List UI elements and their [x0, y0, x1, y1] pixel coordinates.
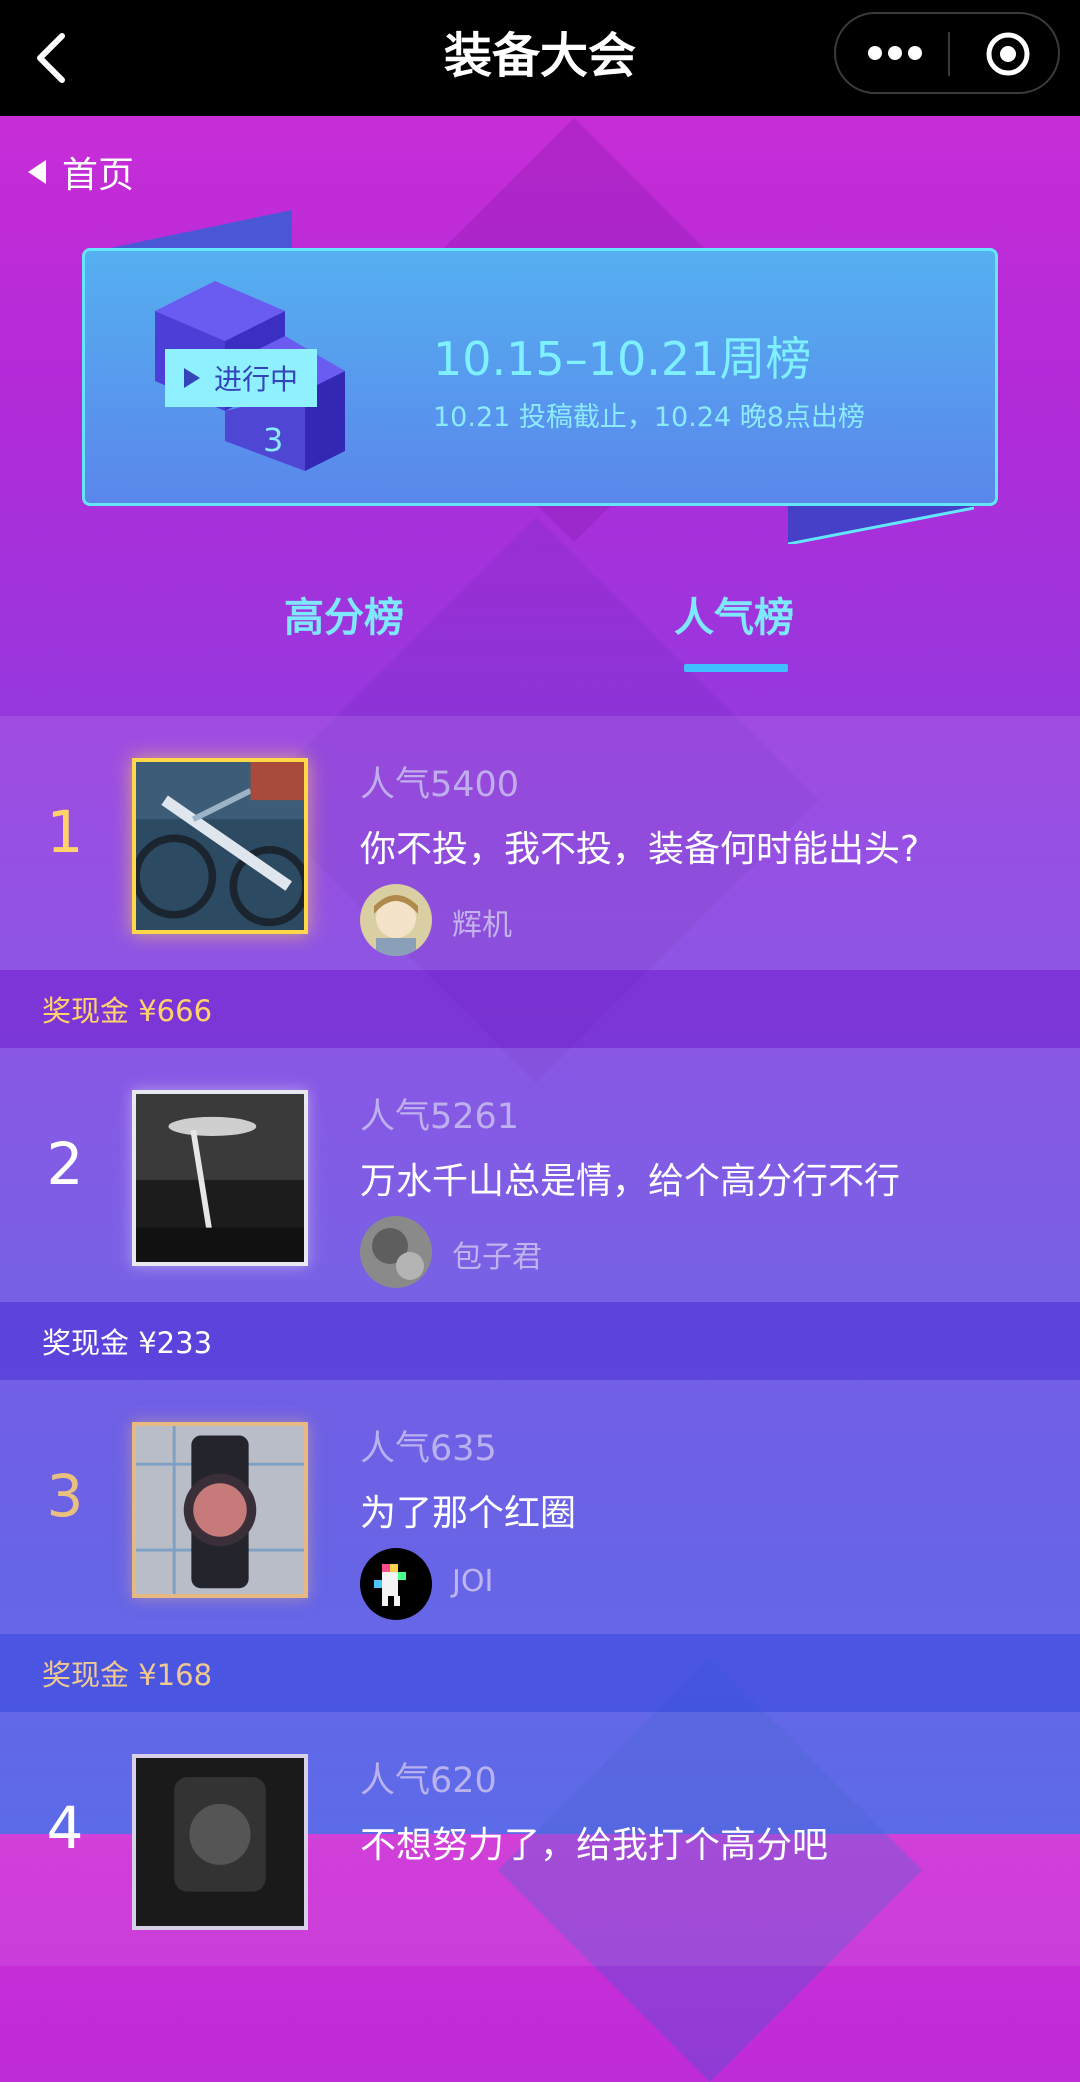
entry-thumbnail[interactable] — [132, 1090, 308, 1266]
prize-label: 奖现金 ¥233 — [42, 1326, 213, 1360]
ranking-row[interactable]: 3 人气635 为了那个红圈 JOI — [0, 1380, 1080, 1634]
capsule-divider — [948, 32, 950, 76]
rank-number: 2 — [46, 1130, 84, 1198]
user-avatar[interactable] — [360, 1548, 432, 1620]
home-link[interactable]: 首页 — [28, 146, 134, 198]
entry-thumbnail[interactable] — [132, 1754, 308, 1930]
play-icon — [183, 368, 200, 388]
popularity-count: 人气635 — [360, 1429, 497, 1469]
top-bar: 装备大会 — [0, 0, 1080, 116]
tab-popularity[interactable]: 人气榜 — [674, 585, 794, 643]
user-name: 包子君 — [452, 1240, 542, 1275]
prize-bar: 奖现金 ¥233 — [0, 1302, 1080, 1380]
user-name: 辉机 — [452, 908, 512, 943]
entry-thumbnail[interactable] — [132, 758, 308, 934]
entry-description: 不想努力了，给我打个高分吧 — [360, 1825, 829, 1866]
user-name: JOI — [452, 1564, 494, 1599]
popularity-count: 人气5261 — [360, 1097, 520, 1137]
rank-number: 3 — [46, 1462, 84, 1530]
prize-label: 奖现金 ¥666 — [42, 994, 213, 1028]
podium-number-3: 3 — [263, 421, 283, 459]
prize-label: 奖现金 ¥168 — [42, 1658, 213, 1692]
more-icon[interactable] — [866, 41, 924, 65]
ranking-row[interactable]: 1 人气5400 你不投，我不投，装备何时能出头? 辉机 — [0, 716, 1080, 970]
popularity-count: 人气5400 — [360, 765, 520, 805]
active-tab-indicator — [684, 664, 788, 672]
entry-description: 你不投，我不投，装备何时能出头? — [360, 829, 920, 870]
week-title: 10.15–10.21周榜 — [433, 332, 812, 386]
entry-thumbnail[interactable] — [132, 1422, 308, 1598]
rank-number: 4 — [46, 1794, 84, 1862]
weekly-banner[interactable]: 3 进行中 10.15–10.21周榜 10.21 投稿截止，10.24 晚8点… — [82, 248, 998, 506]
popularity-count: 人气620 — [360, 1761, 497, 1801]
tab-high-score[interactable]: 高分榜 — [284, 585, 404, 643]
prize-bar: 奖现金 ¥168 — [0, 1634, 1080, 1712]
user-avatar[interactable] — [360, 1216, 432, 1288]
status-label: 进行中 — [213, 363, 298, 396]
close-mini-program-icon[interactable] — [984, 30, 1032, 78]
back-triangle-icon — [28, 160, 46, 184]
week-subtitle: 10.21 投稿截止，10.24 晚8点出榜 — [433, 402, 865, 433]
home-label: 首页 — [62, 155, 135, 196]
status-badge: 进行中 — [165, 349, 317, 407]
user-avatar[interactable] — [360, 884, 432, 956]
ranking-row[interactable]: 4 人气620 不想努力了，给我打个高分吧 — [0, 1712, 1080, 1966]
rank-number: 1 — [46, 798, 84, 866]
mini-program-capsule — [834, 12, 1060, 94]
ranking-row[interactable]: 2 人气5261 万水千山总是情，给个高分行不行 包子君 — [0, 1048, 1080, 1302]
entry-description: 万水千山总是情，给个高分行不行 — [360, 1161, 901, 1202]
entry-description: 为了那个红圈 — [360, 1493, 577, 1534]
prize-bar: 奖现金 ¥666 — [0, 970, 1080, 1048]
